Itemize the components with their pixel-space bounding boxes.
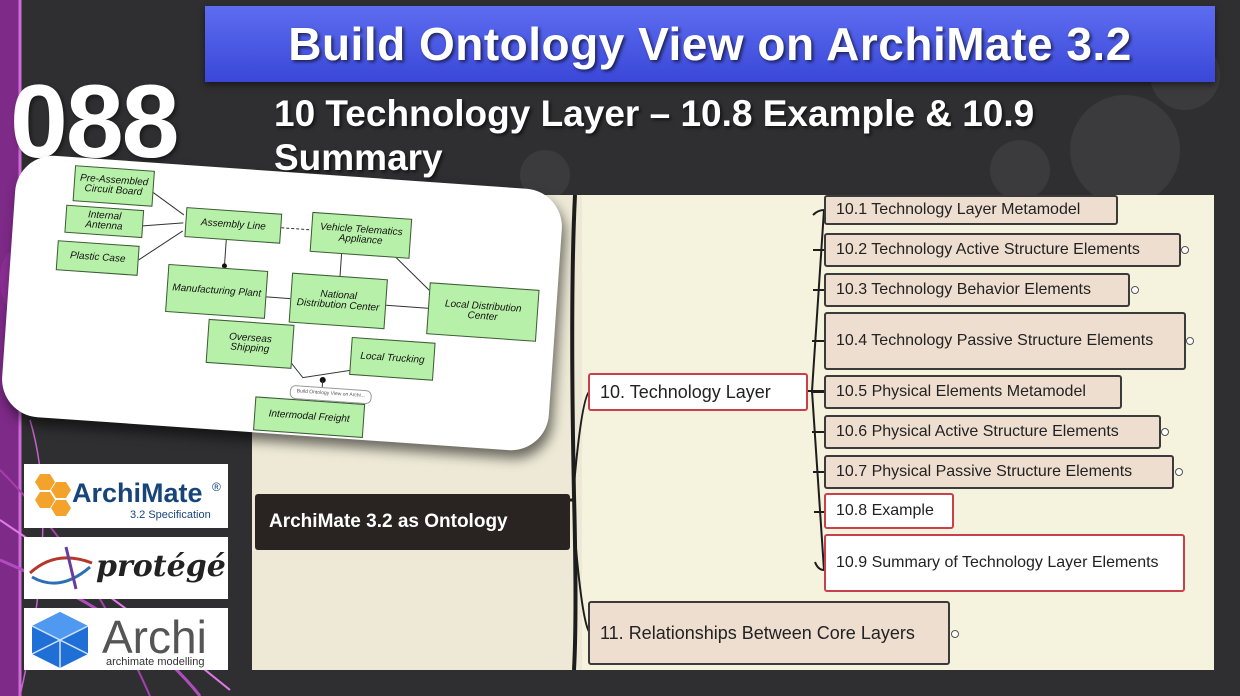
- branch-technology-layer[interactable]: 10. Technology Layer: [588, 373, 808, 411]
- child-10-9[interactable]: 10.9 Summary of Technology Layer Element…: [824, 534, 1185, 592]
- diagram-element: Local Trucking: [349, 336, 436, 381]
- archi-logo-subtitle: archimate modelling: [106, 656, 205, 668]
- child-10-2[interactable]: 10.2 Technology Active Structure Element…: [824, 233, 1181, 267]
- archimate-logo: ArchiMate ® 3.2 Specification: [24, 464, 228, 528]
- title-banner: Build Ontology View on ArchiMate 3.2: [205, 6, 1215, 82]
- collapse-toggle-icon[interactable]: [1181, 246, 1189, 254]
- diagram-element: Vehicle Telematics Appliance: [309, 211, 413, 259]
- protege-swoosh-icon: [28, 546, 93, 590]
- mind-map-root[interactable]: ArchiMate 3.2 as Ontology: [255, 494, 570, 550]
- child-10-1[interactable]: 10.1 Technology Layer Metamodel: [824, 195, 1118, 225]
- diagram-element: Plastic Case: [55, 240, 140, 276]
- archimate-registered-mark: ®: [212, 480, 221, 494]
- example-diagram-thumbnail: Pre-Assembled Circuit Board Internal Ant…: [0, 153, 565, 453]
- diagram-element: Internal Antenna: [64, 204, 145, 239]
- page-title: Build Ontology View on ArchiMate 3.2: [288, 18, 1132, 70]
- diagram-element: National Distribution Center: [288, 272, 388, 330]
- diagram-element: Overseas Shipping: [205, 318, 295, 369]
- child-10-7[interactable]: 10.7 Physical Passive Structure Elements: [824, 455, 1174, 489]
- branch-relationships-core-layers[interactable]: 11. Relationships Between Core Layers: [588, 601, 950, 665]
- protege-logo: protégé: [24, 537, 228, 599]
- subtitle: 10 Technology Layer – 10.8 Example & 10.…: [274, 93, 1035, 178]
- diagram-element: Manufacturing Plant: [165, 263, 269, 319]
- collapse-toggle-icon[interactable]: [1161, 428, 1169, 436]
- child-10-3[interactable]: 10.3 Technology Behavior Elements: [824, 273, 1130, 307]
- child-10-8[interactable]: 10.8 Example: [824, 493, 954, 529]
- collapse-toggle-icon[interactable]: [1186, 337, 1194, 345]
- archi-logo: Archi archimate modelling: [24, 608, 228, 670]
- archimate-hexagon-icon: [35, 474, 71, 516]
- archi-cube-icon: [31, 612, 89, 668]
- archimate-logo-subtitle: 3.2 Specification: [130, 509, 211, 521]
- diagram-element: Local Distribution Center: [426, 282, 540, 342]
- child-10-5[interactable]: 10.5 Physical Elements Metamodel: [824, 375, 1122, 409]
- collapse-toggle-icon[interactable]: [1131, 286, 1139, 294]
- child-10-4[interactable]: 10.4 Technology Passive Structure Elemen…: [824, 312, 1186, 370]
- collapse-toggle-icon[interactable]: [951, 630, 959, 638]
- child-10-6[interactable]: 10.6 Physical Active Structure Elements: [824, 415, 1161, 449]
- diagram-element: Pre-Assembled Circuit Board: [72, 165, 155, 207]
- archimate-logo-text: ArchiMate: [72, 478, 203, 508]
- protege-logo-text: protégé: [96, 549, 226, 584]
- collapse-toggle-icon[interactable]: [1175, 468, 1183, 476]
